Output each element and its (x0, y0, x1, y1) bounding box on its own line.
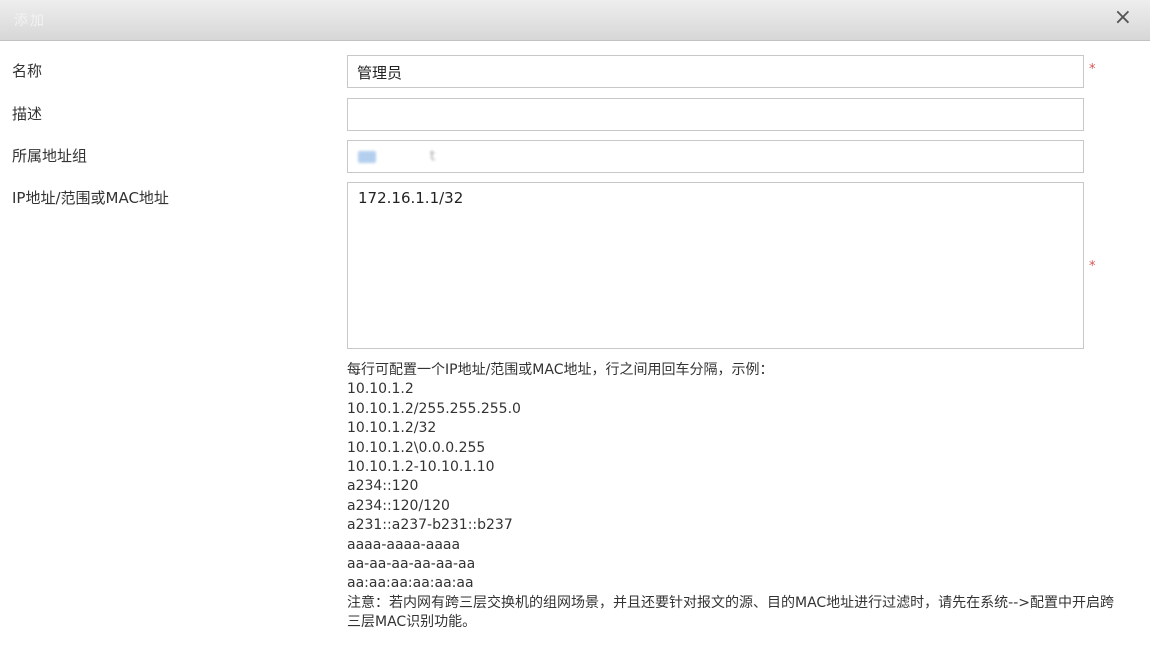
address-group-value: t (430, 149, 436, 164)
help-note: 注意：若内网有跨三层交换机的组网场景，并且还要针对报文的源、目的MAC地址进行过… (347, 594, 1115, 631)
help-example: 10.10.1.2 (347, 381, 414, 398)
dialog-title-bar: 添加 × (0, 0, 1150, 41)
help-example: aaaa-aaaa-aaaa (347, 536, 461, 553)
address-textarea-value: 172.16.1.1/32 (358, 189, 464, 207)
address-help: 每行可配置一个IP地址/范围或MAC地址，行之间用回车分隔，示例： 10.10.… (347, 361, 1117, 633)
help-example: a234::120 (347, 478, 419, 495)
dialog-title: 添加 (14, 13, 46, 29)
name-input-value: 管理员 (357, 64, 403, 82)
address-textarea[interactable]: 172.16.1.1/32 (347, 182, 1084, 349)
description-label: 描述 (12, 105, 43, 123)
address-group-label: 所属地址组 (12, 147, 88, 165)
help-intro: 每行可配置一个IP地址/范围或MAC地址，行之间用回车分隔，示例： (347, 362, 774, 378)
name-required-mark: * (1089, 62, 1096, 77)
address-group-select[interactable]: t (347, 140, 1084, 173)
name-label: 名称 (12, 62, 43, 80)
address-group-icon (358, 150, 376, 163)
help-example: 10.10.1.2/255.255.255.0 (347, 400, 521, 417)
help-example: 10.10.1.2\0.0.0.255 (347, 439, 486, 456)
help-example: a231::a237-b231::b237 (347, 517, 513, 534)
description-input[interactable] (347, 98, 1084, 131)
address-required-mark: * (1089, 259, 1096, 274)
help-example: aa-aa-aa-aa-aa-aa (347, 556, 476, 573)
help-example: 10.10.1.2/32 (347, 420, 437, 437)
close-icon[interactable]: × (1114, 5, 1132, 31)
address-label: IP地址/范围或MAC地址 (12, 189, 169, 207)
help-example: aa:aa:aa:aa:aa:aa (347, 575, 474, 592)
help-example: 10.10.1.2-10.10.1.10 (347, 459, 495, 476)
help-example: a234::120/120 (347, 497, 450, 514)
name-input[interactable]: 管理员 (347, 55, 1084, 88)
